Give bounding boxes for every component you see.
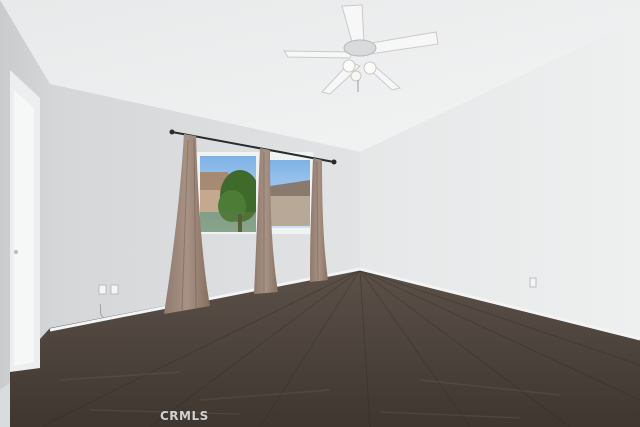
door-hinge bbox=[14, 250, 18, 254]
door bbox=[14, 90, 34, 366]
wall-outlet bbox=[110, 284, 119, 295]
wall-outlet bbox=[98, 284, 107, 295]
curtain-rod-finial-left bbox=[169, 129, 175, 135]
window bbox=[196, 152, 313, 234]
empty-room-photo: CRMLS bbox=[0, 0, 640, 427]
room-illustration bbox=[0, 0, 640, 427]
watermark: CRMLS bbox=[160, 409, 209, 423]
curtain-rod-finial-right bbox=[331, 159, 337, 165]
wall-outlet bbox=[529, 277, 537, 288]
